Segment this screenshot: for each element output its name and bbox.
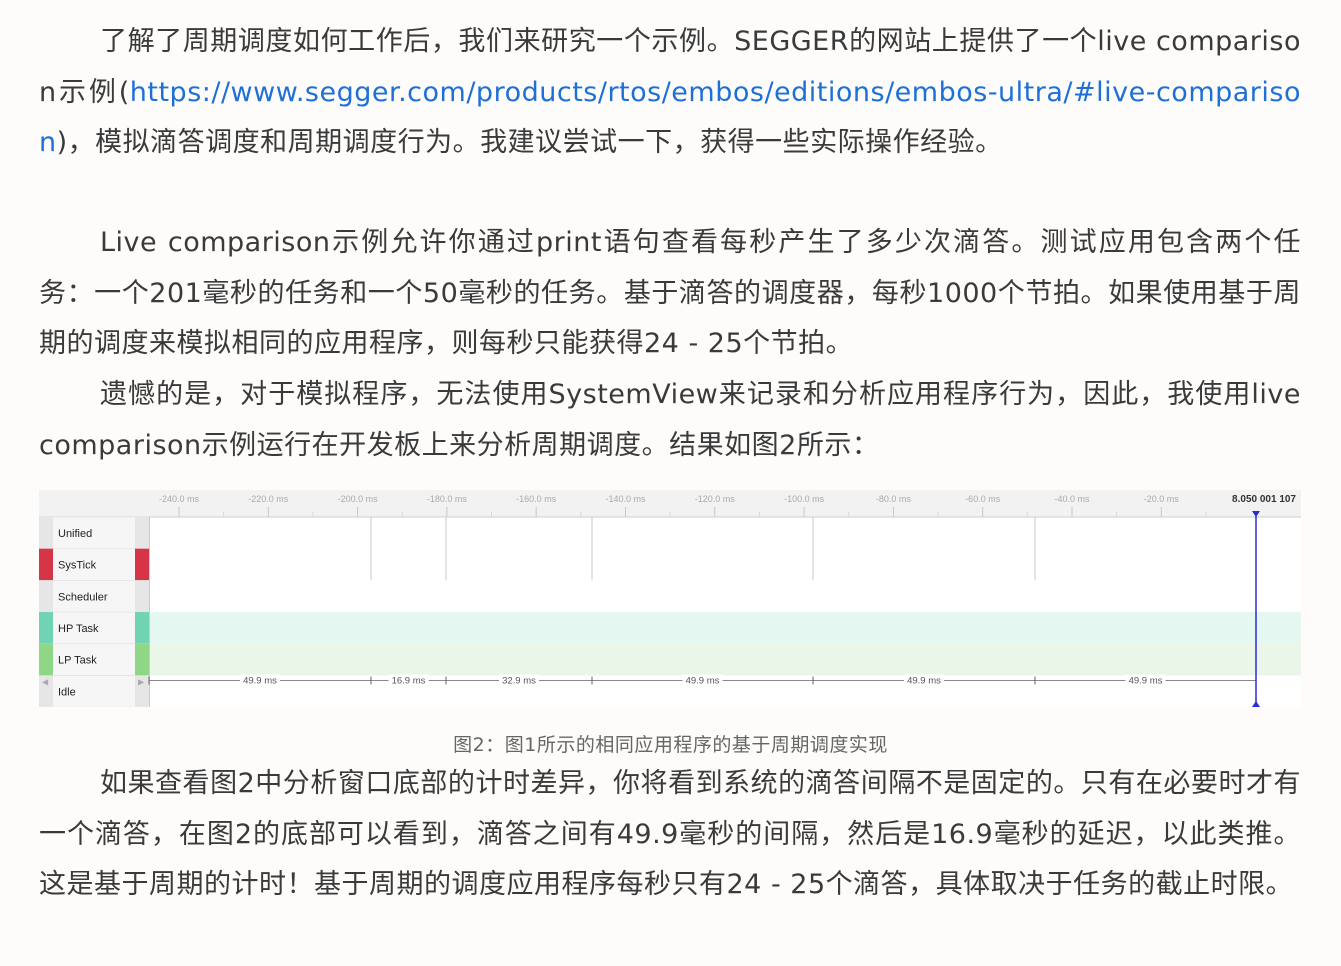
- time-cursor-foot: [1252, 701, 1260, 707]
- interval-label: 49.9 ms: [907, 676, 941, 687]
- timeline-svg: -240.0 ms -220.0 ms -200.0 ms -180.0 ms -160…: [39, 490, 1301, 707]
- row-band: [149, 612, 1301, 644]
- paragraph-analysis: 如果查看图2中分析窗口底部的计时差异，你将看到系统的滴答间隔不是固定的。只有在必…: [39, 768, 1301, 900]
- scroll-left-icon[interactable]: ◀: [42, 678, 49, 687]
- interval-label: 49.9 ms: [1129, 676, 1163, 687]
- systemview-timeline-figure: -240.0 ms -220.0 ms -200.0 ms -180.0 ms -160…: [39, 490, 1301, 707]
- row-color-swatch-right: [135, 548, 149, 581]
- intro-text-end: )，模拟滴答调度和周期调度行为。我建议尝试一下，获得一些实际操作经验。: [56, 127, 1003, 158]
- axis-tick-label: -40.0 ms: [1054, 494, 1090, 504]
- interval-label: 16.9 ms: [392, 676, 426, 687]
- row-label-cell[interactable]: [39, 675, 150, 708]
- axis-tick-label: -220.0 ms: [248, 494, 289, 504]
- axis-tick-label: -200.0 ms: [338, 494, 379, 504]
- axis-tick-label: -20.0 ms: [1144, 494, 1180, 504]
- row-color-swatch: [39, 612, 53, 644]
- row-label: SysTick: [58, 560, 97, 572]
- row-color-swatch-right: [135, 612, 149, 644]
- row-color-swatch: [39, 580, 53, 613]
- axis-tick-label: -80.0 ms: [876, 494, 912, 504]
- axis-tick-label: -240.0 ms: [159, 494, 200, 504]
- axis-tick-label: -140.0 ms: [605, 494, 646, 504]
- figure-caption: 图2：图1所示的相同应用程序的基于周期调度实现: [453, 734, 888, 756]
- cursor-time-label: 8.050 001 107: [1232, 494, 1296, 505]
- row-color-swatch-right: [135, 580, 149, 613]
- axis-tick-label: -120.0 ms: [695, 494, 736, 504]
- paragraph-live-comparison: Live comparison示例允许你通过print语句查看每秒产生了多少次滴…: [39, 227, 1301, 359]
- interval-label: 49.9 ms: [243, 676, 277, 687]
- row-band: [149, 643, 1301, 676]
- row-label: Idle: [58, 686, 76, 698]
- axis-tick-label: -180.0 ms: [427, 494, 468, 504]
- scroll-right-icon[interactable]: ▶: [138, 678, 145, 687]
- interval-label: 49.9 ms: [686, 676, 720, 687]
- axis-tick-label: -60.0 ms: [965, 494, 1001, 504]
- row-color-swatch: [39, 548, 53, 581]
- row-color-swatch: [39, 643, 53, 676]
- row-label: HP Task: [58, 623, 99, 635]
- row-label: Scheduler: [58, 591, 108, 603]
- paragraph-systemview: 遗憾的是，对于模拟程序，无法使用SystemView来记录和分析应用程序行为，因…: [39, 379, 1301, 461]
- axis-tick-label: -160.0 ms: [516, 494, 557, 504]
- row-label-cell[interactable]: [39, 516, 150, 549]
- row-color-swatch: [39, 517, 53, 549]
- row-color-swatch-right: [135, 643, 149, 676]
- row-label: Unified: [58, 528, 92, 540]
- interval-label: 32.9 ms: [502, 676, 536, 687]
- row-color-swatch-right: [135, 517, 149, 549]
- axis-tick-label: -100.0 ms: [784, 494, 825, 504]
- paragraph-intro: 了解了周期调度如何工作后，我们来研究一个示例。SEGGER的网站上提供了一个li…: [39, 17, 1301, 169]
- row-label: LP Task: [58, 655, 97, 667]
